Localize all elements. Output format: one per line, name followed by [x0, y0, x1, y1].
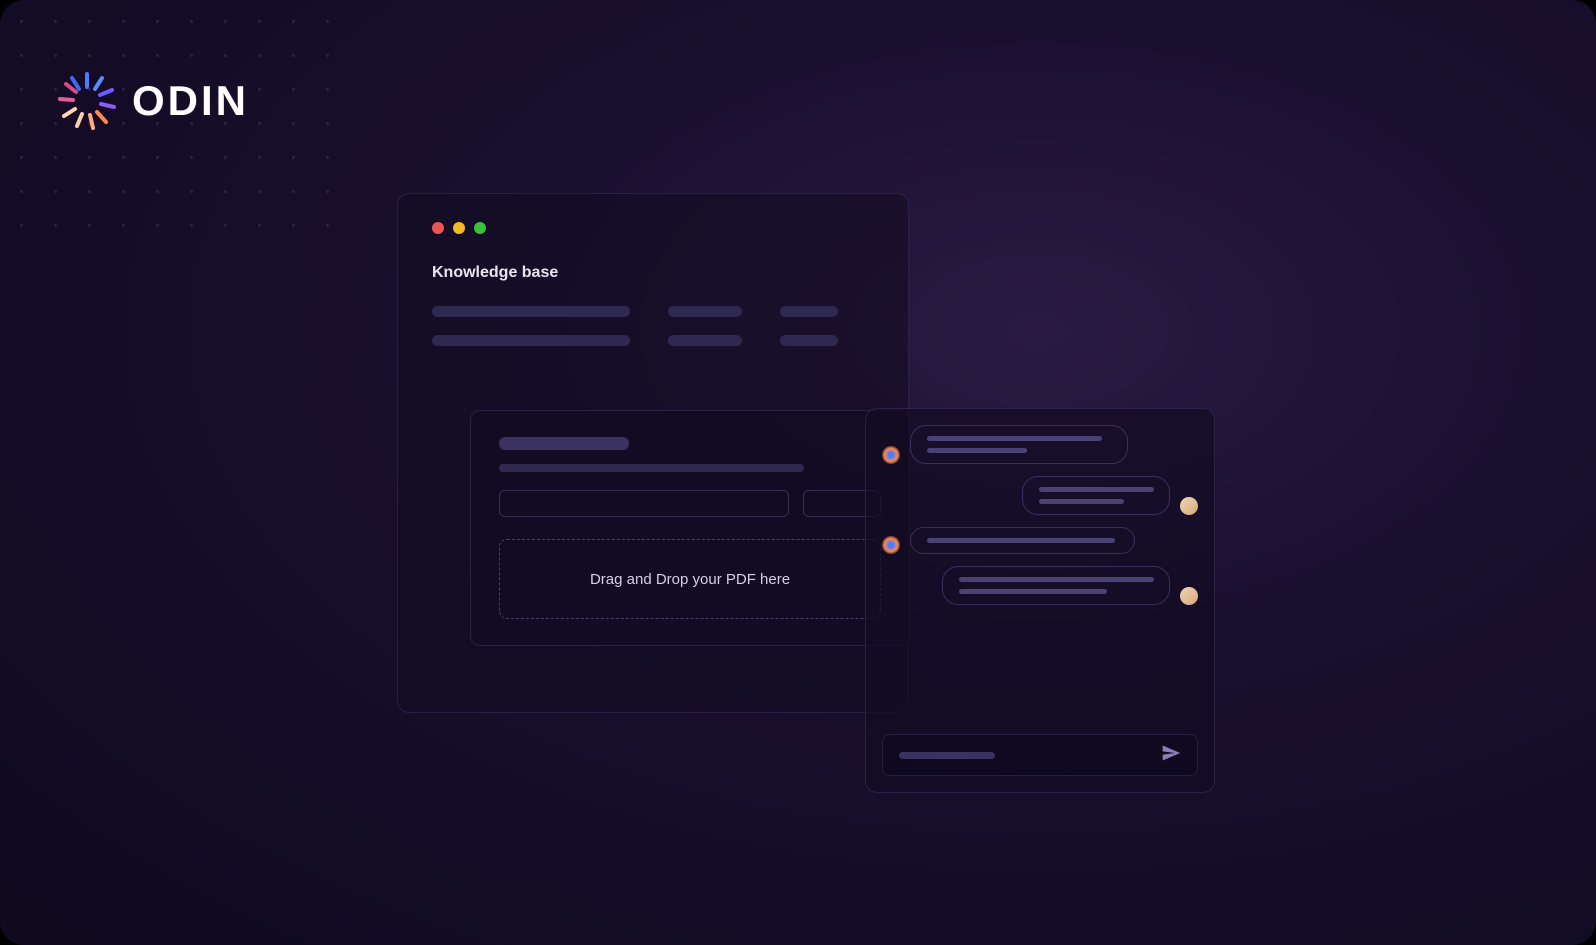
skeleton-text: [1039, 487, 1154, 492]
pdf-dropzone[interactable]: Drag and Drop your PDF here: [499, 539, 881, 619]
skeleton-text: [959, 589, 1107, 594]
skeleton-text: [432, 335, 630, 346]
chat-bubble: [910, 527, 1135, 554]
list-item: [432, 335, 874, 346]
chat-input[interactable]: [882, 734, 1198, 776]
skeleton-text: [432, 306, 630, 317]
bot-avatar-icon: [882, 536, 900, 554]
skeleton-text: [668, 335, 742, 346]
skeleton-text: [668, 306, 742, 317]
chat-messages: [882, 425, 1198, 722]
user-message-group: [882, 566, 1198, 605]
upload-panel: Drag and Drop your PDF here: [470, 410, 910, 646]
upload-form-row: [499, 490, 881, 517]
bot-message-group: [882, 527, 1198, 554]
skeleton-heading: [499, 437, 629, 450]
bot-avatar-icon: [882, 446, 900, 464]
chat-panel: [865, 408, 1215, 793]
window-controls: [432, 222, 874, 234]
bot-message-group: [882, 425, 1198, 464]
app-canvas: // generated inline for static pattern: [0, 0, 1596, 945]
list-item: [432, 306, 874, 317]
skeleton-text: [499, 464, 804, 472]
chat-bubble: [910, 425, 1128, 464]
minimize-icon[interactable]: [453, 222, 465, 234]
skeleton-text: [899, 752, 995, 759]
logo-icon: [56, 70, 118, 132]
maximize-icon[interactable]: [474, 222, 486, 234]
knowledge-base-list: [432, 306, 874, 346]
user-avatar-icon: [1180, 587, 1198, 605]
skeleton-text: [1039, 499, 1124, 504]
skeleton-text: [780, 306, 838, 317]
logo-text: ODIN: [132, 77, 249, 125]
skeleton-text: [780, 335, 838, 346]
send-icon[interactable]: [1161, 743, 1181, 768]
user-avatar-icon: [1180, 497, 1198, 515]
dropzone-label: Drag and Drop your PDF here: [590, 571, 790, 588]
close-icon[interactable]: [432, 222, 444, 234]
knowledge-base-title: Knowledge base: [432, 264, 874, 282]
user-message-group: [882, 476, 1198, 515]
chat-bubble: [1022, 476, 1170, 515]
upload-name-input[interactable]: [499, 490, 789, 517]
skeleton-text: [927, 448, 1027, 453]
skeleton-text: [927, 538, 1115, 543]
skeleton-text: [927, 436, 1102, 441]
chat-bubble: [942, 566, 1170, 605]
skeleton-text: [959, 577, 1154, 582]
brand-logo: ODIN: [56, 70, 249, 132]
